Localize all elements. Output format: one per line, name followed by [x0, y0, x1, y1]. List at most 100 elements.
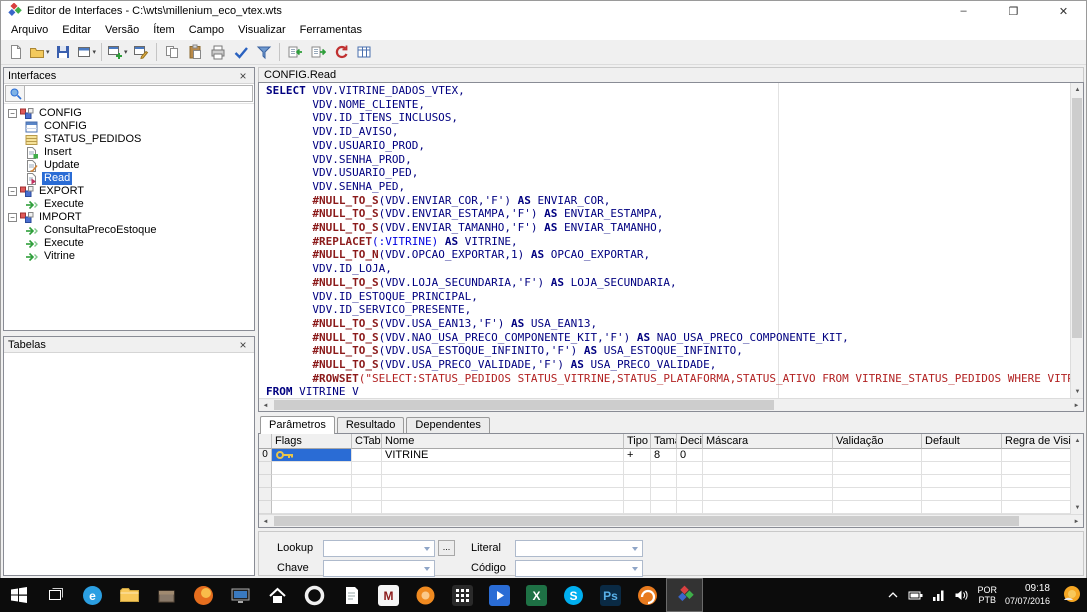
- grid-cell[interactable]: [651, 501, 677, 514]
- save-button[interactable]: [52, 41, 74, 63]
- code-line-2[interactable]: VDV.NOME_CLIENTE,: [266, 98, 1070, 112]
- grid-cell[interactable]: [922, 475, 1002, 488]
- grid-header-ctab[interactable]: CTab: [352, 434, 382, 449]
- grid-cell[interactable]: [833, 449, 922, 462]
- tree-item-config[interactable]: CONFIG: [4, 120, 254, 133]
- grid-cell[interactable]: [651, 475, 677, 488]
- menu-item-ferramentas[interactable]: Ferramentas: [293, 21, 369, 40]
- export-list-button[interactable]: [307, 41, 329, 63]
- windows-view-button[interactable]: ▾: [75, 41, 98, 63]
- code-line-18[interactable]: #NULL_TO_S(VDV.USA_EAN13,'F') AS USA_EAN…: [266, 317, 1070, 331]
- table-row[interactable]: [259, 462, 1070, 475]
- volume-icon[interactable]: [954, 588, 969, 602]
- edge-taskbar-icon[interactable]: e: [74, 578, 111, 612]
- grid-cell[interactable]: [272, 488, 352, 501]
- grid-cell[interactable]: [352, 488, 382, 501]
- lookup-combo[interactable]: [323, 540, 435, 557]
- paste-button[interactable]: [184, 41, 206, 63]
- table-row[interactable]: [259, 488, 1070, 501]
- home-app-taskbar-icon[interactable]: [259, 578, 296, 612]
- code-line-9[interactable]: #NULL_TO_S(VDV.ENVIAR_COR,'F') AS ENVIAR…: [266, 194, 1070, 208]
- clock[interactable]: 09:18 07/07/2016: [1005, 583, 1050, 607]
- tab-par-metros[interactable]: Parâmetros: [260, 416, 335, 434]
- code-line-17[interactable]: VDV.ID_SERVICO_PRESENTE,: [266, 303, 1070, 317]
- table-row[interactable]: [259, 475, 1070, 488]
- grid-cell[interactable]: [677, 501, 703, 514]
- grid-cell[interactable]: [624, 501, 651, 514]
- media-app-taskbar-icon[interactable]: [481, 578, 518, 612]
- open-file-button[interactable]: ▾: [28, 41, 51, 63]
- grid-cell[interactable]: [677, 488, 703, 501]
- search-icon[interactable]: [5, 85, 25, 102]
- grid-cell[interactable]: [1002, 449, 1070, 462]
- grid-cell[interactable]: [352, 462, 382, 475]
- copy-button[interactable]: [161, 41, 183, 63]
- grid-cell[interactable]: [651, 462, 677, 475]
- grid-cell[interactable]: [624, 475, 651, 488]
- grid-header-valida-o[interactable]: Validação: [833, 434, 922, 449]
- tray-expand-icon[interactable]: [886, 588, 900, 602]
- tree-item-vitrine[interactable]: Vitrine: [4, 250, 254, 263]
- grid-vscrollbar[interactable]: ▲ ▼: [1070, 434, 1083, 514]
- grid-hscrollbar[interactable]: ◄ ►: [259, 514, 1083, 527]
- filter-button[interactable]: [253, 41, 275, 63]
- grid-scroll-left-icon[interactable]: ◄: [259, 515, 272, 528]
- code-line-22[interactable]: #ROWSET("SELECT:STATUS_PEDIDOS STATUS_VI…: [266, 372, 1070, 386]
- grid-cell[interactable]: +: [624, 449, 651, 462]
- grid-header-regra-de-visibilidade[interactable]: Regra de Visibilidade: [1002, 434, 1070, 449]
- grid-scroll-right-icon[interactable]: ►: [1070, 515, 1083, 528]
- grid-header-nome[interactable]: Nome: [382, 434, 624, 449]
- grid-cell[interactable]: VITRINE: [382, 449, 624, 462]
- scroll-left-icon[interactable]: ◄: [259, 399, 272, 412]
- minimize-button[interactable]: –: [941, 1, 986, 21]
- grid-header-default[interactable]: Default: [922, 434, 1002, 449]
- grid-cell[interactable]: [703, 449, 833, 462]
- grid-cell[interactable]: [382, 462, 624, 475]
- menu-item--tem[interactable]: Ítem: [146, 21, 181, 40]
- table-row[interactable]: [259, 501, 1070, 514]
- grid-header-tipo[interactable]: Tipo: [624, 434, 651, 449]
- skype-taskbar-icon[interactable]: S: [555, 578, 592, 612]
- grid-hscroll-thumb[interactable]: [274, 516, 1019, 526]
- menu-item-vers-o[interactable]: Versão: [98, 21, 146, 40]
- tree-collapse-icon[interactable]: −: [8, 187, 17, 196]
- print-button[interactable]: [207, 41, 229, 63]
- tree-item-execute[interactable]: Execute: [4, 237, 254, 250]
- menu-item-campo[interactable]: Campo: [182, 21, 231, 40]
- grid-cell[interactable]: [922, 501, 1002, 514]
- lookup-ellipsis-button[interactable]: ...: [438, 540, 455, 556]
- file-explorer-taskbar-icon[interactable]: [111, 578, 148, 612]
- scroll-up-icon[interactable]: ▲: [1071, 83, 1084, 96]
- editor-hscrollbar[interactable]: ◄ ►: [259, 398, 1083, 411]
- grid-cell[interactable]: [382, 488, 624, 501]
- tree-item-insert[interactable]: Insert: [4, 146, 254, 159]
- grid-cell[interactable]: [352, 449, 382, 462]
- language-indicator[interactable]: POR PTB: [977, 585, 997, 605]
- menu-item-visualizar[interactable]: Visualizar: [231, 21, 293, 40]
- code-line-1[interactable]: SELECT VDV.VITRINE_DADOS_VTEX,: [266, 84, 1070, 98]
- close-button[interactable]: ✕: [1041, 1, 1086, 21]
- table-row[interactable]: 0VITRINE+80: [259, 449, 1070, 462]
- firefox-taskbar-icon[interactable]: [185, 578, 222, 612]
- menu-item-arquivo[interactable]: Arquivo: [4, 21, 55, 40]
- grid-cell[interactable]: [1002, 488, 1070, 501]
- tree-item-import[interactable]: −IMPORT: [4, 211, 254, 224]
- grid-cell[interactable]: [833, 475, 922, 488]
- code-line-3[interactable]: VDV.ID_ITENS_INCLUSOS,: [266, 111, 1070, 125]
- grid-header-flags[interactable]: Flags: [272, 434, 352, 449]
- grid-header-tamanho[interactable]: Tamanho: [651, 434, 677, 449]
- grid-cell[interactable]: [624, 462, 651, 475]
- grid-cell[interactable]: [1002, 475, 1070, 488]
- grid-header-m-scara[interactable]: Máscara: [703, 434, 833, 449]
- editor-de-interfaces-taskbar-icon[interactable]: [666, 578, 703, 612]
- tree-item-consultaprecoestoque[interactable]: ConsultaPrecoEstoque: [4, 224, 254, 237]
- tab-dependentes[interactable]: Dependentes: [406, 417, 489, 433]
- grid-cell[interactable]: 8: [651, 449, 677, 462]
- tree-item-export[interactable]: −EXPORT: [4, 185, 254, 198]
- editor-hscroll-thumb[interactable]: [274, 400, 774, 410]
- chave-combo[interactable]: [323, 560, 435, 577]
- tree-item-read[interactable]: Read: [4, 172, 254, 185]
- code-line-12[interactable]: #REPLACET(:VITRINE) AS VITRINE,: [266, 235, 1070, 249]
- grid-cell[interactable]: [677, 475, 703, 488]
- grid-cell[interactable]: [833, 462, 922, 475]
